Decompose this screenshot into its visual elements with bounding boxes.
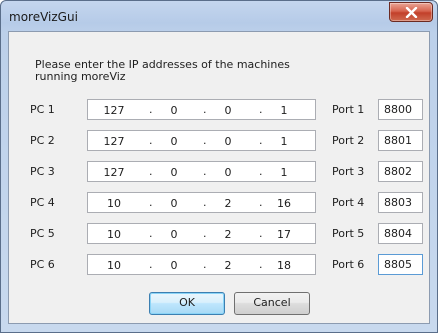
ip-octet-2[interactable]: 0 <box>157 104 191 117</box>
ip-octet-2[interactable]: 0 <box>157 166 191 179</box>
ip-octet-1[interactable]: 127 <box>97 104 131 117</box>
ip-address-field[interactable]: 10 . 0 . 2 . 17 <box>87 223 316 244</box>
ip-octet-4[interactable]: 18 <box>267 259 301 272</box>
ip-separator: . <box>149 165 153 178</box>
ip-octet-2[interactable]: 0 <box>157 197 191 210</box>
ip-octet-1[interactable]: 127 <box>97 166 131 179</box>
dialog-body: Please enter the IP addresses of the mac… <box>8 31 430 324</box>
window-title: moreVizGui <box>9 10 78 24</box>
ip-separator: . <box>149 258 153 271</box>
port-field[interactable]: 8804 <box>378 223 423 244</box>
ip-address-field[interactable]: 10 . 0 . 2 . 16 <box>87 192 316 213</box>
ip-octet-1[interactable]: 127 <box>97 135 131 148</box>
port-field[interactable]: 8803 <box>378 192 423 213</box>
ip-octet-1[interactable]: 10 <box>97 228 131 241</box>
ip-octet-3[interactable]: 2 <box>211 228 245 241</box>
ip-separator: . <box>203 103 207 116</box>
close-icon <box>405 7 418 18</box>
port-field[interactable]: 8805 <box>378 254 423 275</box>
ip-octet-3[interactable]: 0 <box>211 135 245 148</box>
ip-separator: . <box>259 196 263 209</box>
ok-button[interactable]: OK <box>149 292 225 315</box>
pc-label: PC 2 <box>30 134 55 147</box>
ip-octet-3[interactable]: 0 <box>211 104 245 117</box>
dialog-window: moreVizGui Please enter the IP addresses… <box>0 0 438 333</box>
port-label: Port 3 <box>332 165 365 178</box>
ip-octet-1[interactable]: 10 <box>97 197 131 210</box>
ip-octet-4[interactable]: 1 <box>267 104 301 117</box>
ip-octet-4[interactable]: 16 <box>267 197 301 210</box>
port-label: Port 6 <box>332 258 365 271</box>
ip-separator: . <box>259 165 263 178</box>
ip-separator: . <box>149 103 153 116</box>
ip-separator: . <box>149 196 153 209</box>
port-label: Port 5 <box>332 227 365 240</box>
ip-separator: . <box>259 258 263 271</box>
ip-separator: . <box>203 258 207 271</box>
pc-label: PC 4 <box>30 196 55 209</box>
ip-separator: . <box>149 227 153 240</box>
ip-separator: . <box>149 134 153 147</box>
ip-octet-2[interactable]: 0 <box>157 228 191 241</box>
ip-separator: . <box>259 227 263 240</box>
ip-address-field[interactable]: 10 . 0 . 2 . 18 <box>87 254 316 275</box>
ip-octet-3[interactable]: 2 <box>211 197 245 210</box>
port-field[interactable]: 8800 <box>378 99 423 120</box>
ip-separator: . <box>203 134 207 147</box>
ip-separator: . <box>203 227 207 240</box>
ip-separator: . <box>259 103 263 116</box>
cancel-button[interactable]: Cancel <box>234 292 310 315</box>
pc-label: PC 3 <box>30 165 55 178</box>
ip-octet-3[interactable]: 2 <box>211 259 245 272</box>
title-bar[interactable]: moreVizGui <box>1 1 437 31</box>
port-label: Port 4 <box>332 196 365 209</box>
port-field[interactable]: 8802 <box>378 161 423 182</box>
port-field[interactable]: 8801 <box>378 130 423 151</box>
ip-octet-2[interactable]: 0 <box>157 259 191 272</box>
ip-address-field[interactable]: 127 . 0 . 0 . 1 <box>87 99 316 120</box>
ip-octet-4[interactable]: 1 <box>267 135 301 148</box>
window-bottom-border <box>1 324 437 332</box>
ip-separator: . <box>203 165 207 178</box>
ip-octet-2[interactable]: 0 <box>157 135 191 148</box>
ip-separator: . <box>259 134 263 147</box>
ip-address-field[interactable]: 127 . 0 . 0 . 1 <box>87 161 316 182</box>
ip-octet-4[interactable]: 1 <box>267 166 301 179</box>
port-label: Port 2 <box>332 134 365 147</box>
pc-label: PC 5 <box>30 227 55 240</box>
ip-octet-3[interactable]: 0 <box>211 166 245 179</box>
ip-separator: . <box>203 196 207 209</box>
ip-octet-4[interactable]: 17 <box>267 228 301 241</box>
instructions-text: Please enter the IP addresses of the mac… <box>35 58 290 83</box>
ip-octet-1[interactable]: 10 <box>97 259 131 272</box>
close-button[interactable] <box>389 2 433 22</box>
pc-label: PC 1 <box>30 103 55 116</box>
ip-address-field[interactable]: 127 . 0 . 0 . 1 <box>87 130 316 151</box>
pc-label: PC 6 <box>30 258 55 271</box>
port-label: Port 1 <box>332 103 365 116</box>
